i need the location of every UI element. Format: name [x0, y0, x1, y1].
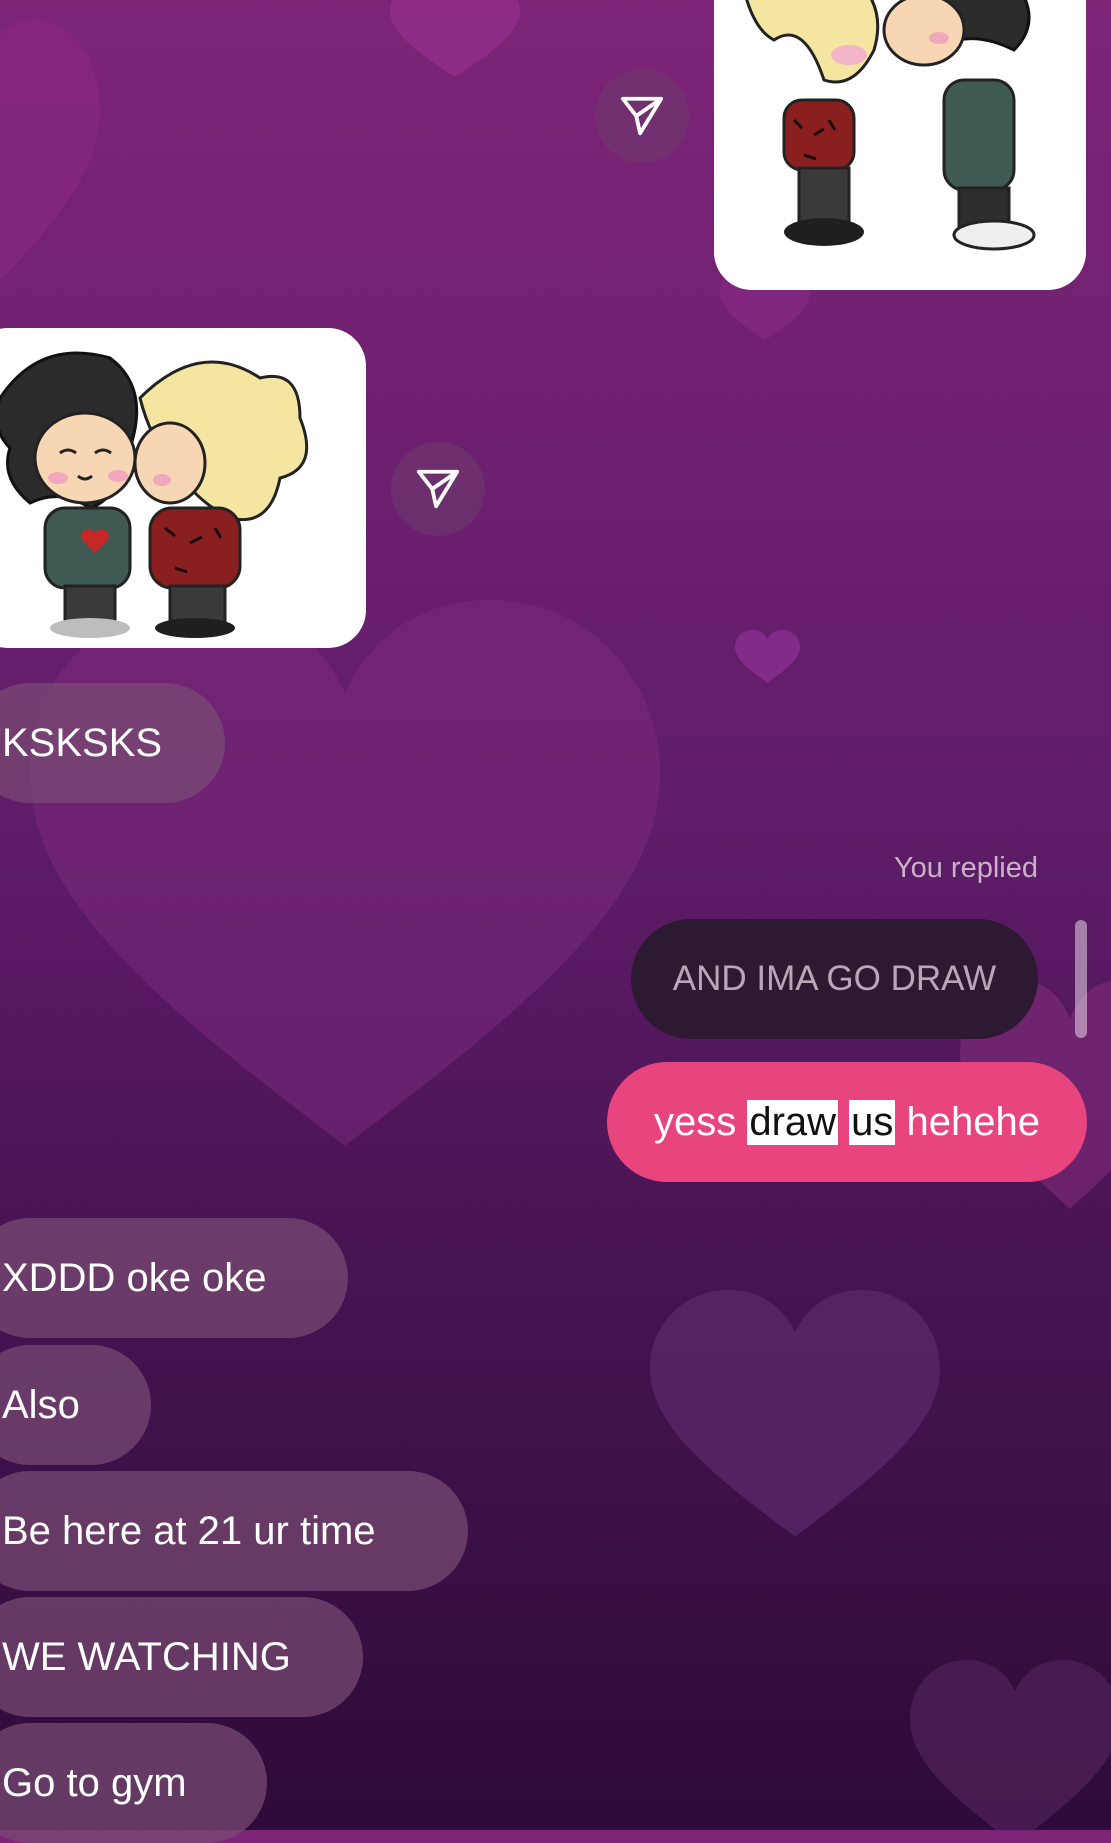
- highlighted-word: us: [849, 1099, 896, 1145]
- message-text: WE WATCHING: [2, 1634, 291, 1679]
- message-text-part: hehehe: [895, 1099, 1041, 1144]
- kissing-couple-sticker: [745, 0, 1036, 251]
- reply-label: You replied: [893, 852, 1038, 884]
- incoming-message[interactable]: Be here at 21 ur time: [0, 1471, 468, 1591]
- incoming-message[interactable]: KSKSKS: [0, 683, 225, 803]
- share-button[interactable]: [391, 442, 485, 536]
- message-text: AND IMA GO DRAW: [672, 959, 997, 998]
- incoming-message[interactable]: XDDD oke oke: [0, 1218, 348, 1338]
- kissing-couple-sticker: [0, 351, 309, 638]
- sticker-message-outgoing[interactable]: [714, 0, 1086, 290]
- message-text: XDDD oke oke: [2, 1255, 267, 1300]
- highlighted-word: draw: [747, 1099, 839, 1145]
- incoming-message[interactable]: Go to gym: [0, 1723, 267, 1843]
- incoming-message[interactable]: WE WATCHING: [0, 1597, 363, 1717]
- replied-to-message[interactable]: AND IMA GO DRAW: [631, 919, 1038, 1039]
- incoming-message[interactable]: Also: [0, 1345, 151, 1465]
- outgoing-message[interactable]: yess draw us hehehe: [607, 1062, 1087, 1182]
- paper-plane-icon: [416, 469, 460, 509]
- message-text-part: yess: [653, 1099, 748, 1144]
- share-button[interactable]: [595, 69, 689, 163]
- message-text: Go to gym: [2, 1760, 187, 1805]
- chat-thread[interactable]: KSKSKS You replied AND IMA GO DRAW yess …: [0, 0, 1111, 1843]
- message-text: KSKSKS: [2, 720, 163, 765]
- scrollbar[interactable]: [1075, 920, 1087, 1038]
- sticker-message-incoming[interactable]: [0, 328, 366, 648]
- message-text: Also: [2, 1382, 80, 1427]
- message-text: Be here at 21 ur time: [2, 1508, 376, 1553]
- paper-plane-icon: [620, 96, 664, 136]
